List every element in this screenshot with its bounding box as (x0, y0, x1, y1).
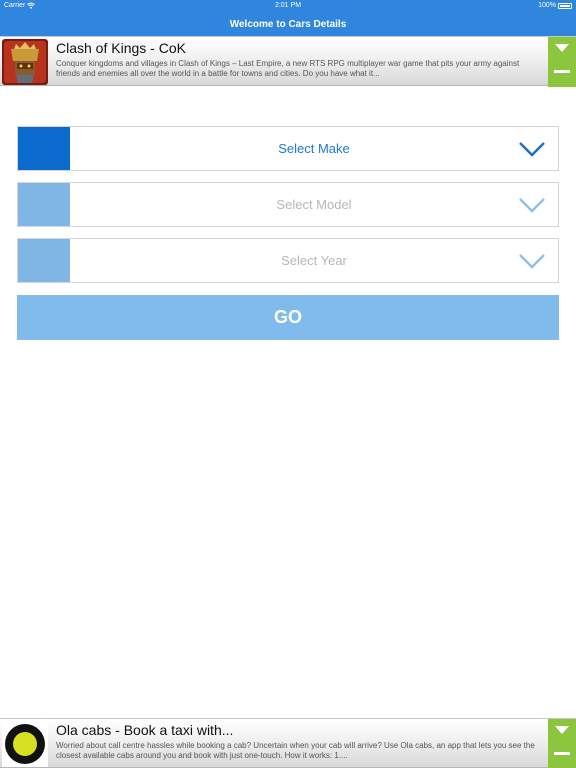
ad-description: Conquer kingdoms and villages in Clash o… (56, 59, 520, 78)
nav-bar: Welcome to Cars Details (0, 12, 576, 36)
chevron-down-icon (519, 142, 545, 157)
minimize-icon (554, 752, 570, 755)
ad-title: Clash of Kings - CoK (56, 40, 186, 56)
chevron-down-icon (555, 726, 569, 734)
chevron-down-icon (519, 198, 545, 213)
model-color-swatch (18, 183, 70, 226)
ola-cabs-app-icon (2, 721, 48, 767)
app-screen: Carrier 2:01 PM 100% Welcome to Cars Det… (0, 0, 576, 768)
chevron-down-icon (555, 44, 569, 52)
year-color-swatch (18, 239, 70, 282)
select-make-dropdown[interactable]: Select Make (17, 126, 559, 171)
select-model-dropdown[interactable]: Select Model (17, 182, 559, 227)
ad-banner-bottom[interactable]: Ola cabs - Book a taxi with... Worried a… (0, 718, 576, 768)
select-year-dropdown[interactable]: Select Year (17, 238, 559, 283)
status-bar: Carrier 2:01 PM 100% (0, 0, 576, 12)
select-model-label: Select Model (276, 197, 352, 212)
battery-percent: 100% (538, 2, 556, 9)
make-color-swatch (18, 127, 70, 170)
select-year-label: Select Year (281, 253, 347, 268)
clash-of-kings-app-icon (2, 39, 48, 85)
ad-banner-top[interactable]: Clash of Kings - CoK Conquer kingdoms an… (0, 36, 576, 87)
ad-collapse-toggle[interactable] (548, 719, 576, 768)
status-time: 2:01 PM (274, 2, 302, 9)
ad-description: Worried about call centre hassles while … (56, 741, 535, 760)
ad-title: Ola cabs - Book a taxi with... (56, 722, 234, 738)
go-button[interactable]: GO (17, 295, 559, 340)
ad-collapse-toggle[interactable] (548, 37, 576, 87)
select-make-label: Select Make (278, 141, 350, 156)
page-title: Welcome to Cars Details (229, 18, 347, 30)
chevron-down-icon (519, 254, 545, 269)
battery-icon (558, 2, 572, 9)
minimize-icon (554, 70, 570, 73)
